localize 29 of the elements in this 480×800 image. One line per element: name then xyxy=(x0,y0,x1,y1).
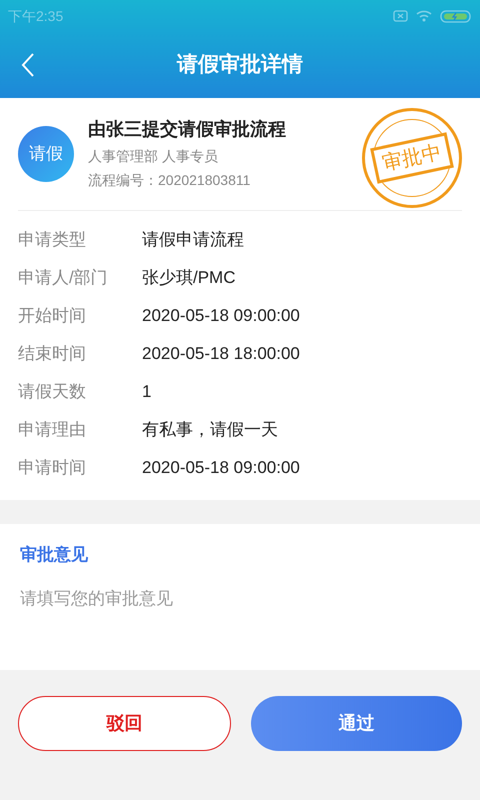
battery-icon xyxy=(440,10,471,22)
opinion-title: 审批意见 xyxy=(20,544,89,566)
field-value: 2020-05-18 18:00:00 xyxy=(142,343,300,366)
department-text: 人事管理部 人事专员 xyxy=(88,147,219,166)
process-number: 流程编号：202021803811 xyxy=(88,171,252,190)
request-title: 由张三提交请假审批流程 xyxy=(88,118,286,141)
field-label: 申请理由 xyxy=(18,419,87,442)
field-value: 请假申请流程 xyxy=(142,229,244,252)
field-label: 申请时间 xyxy=(18,457,87,480)
field-value: 有私事，请假一天 xyxy=(142,419,278,442)
opinion-field[interactable]: 请填写您的审批意见 xyxy=(20,586,460,660)
field-value: 张少琪/PMC xyxy=(142,267,236,290)
field-value: 2020-05-18 09:00:00 xyxy=(142,305,300,328)
wifi-icon xyxy=(416,10,432,22)
page-title: 请假审批详情 xyxy=(177,52,303,78)
field-label: 开始时间 xyxy=(18,305,87,328)
status-stamp: 审批中 xyxy=(362,108,462,208)
type-avatar: 请假 xyxy=(18,126,74,182)
approve-button[interactable]: 通过 xyxy=(251,696,462,751)
no-sim-icon xyxy=(393,10,408,22)
field-label: 申请类型 xyxy=(18,229,87,252)
opinion-card[interactable]: 审批意见 请填写您的审批意见 xyxy=(0,524,480,670)
reject-button[interactable]: 驳回 xyxy=(18,696,231,751)
field-label: 申请人/部门 xyxy=(18,267,109,290)
field-label: 请假天数 xyxy=(18,381,87,404)
field-label: 结束时间 xyxy=(18,343,87,366)
field-value: 1 xyxy=(142,381,152,404)
status-time: 下午2:35 xyxy=(8,6,64,26)
field-value: 2020-05-18 09:00:00 xyxy=(142,457,300,480)
